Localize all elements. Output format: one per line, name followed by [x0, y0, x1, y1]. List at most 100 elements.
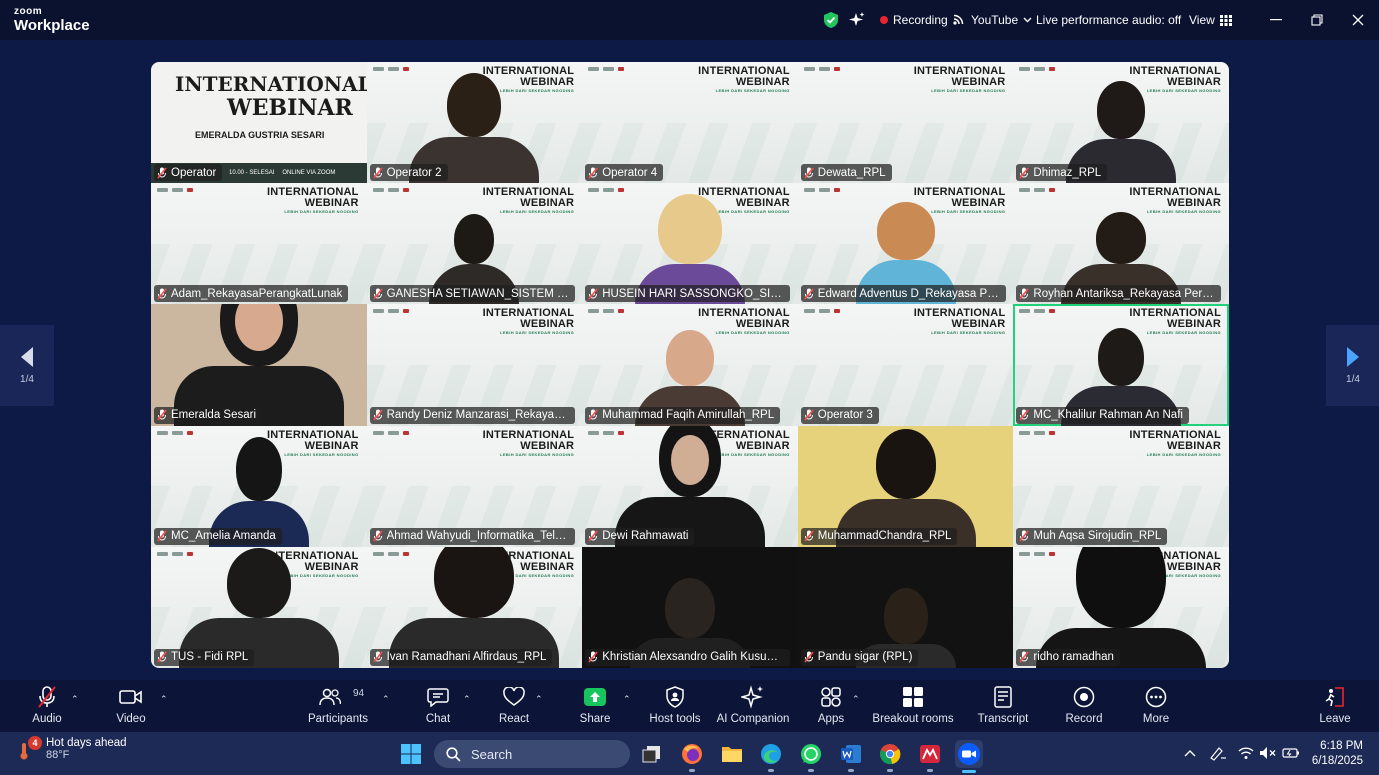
- leave-button[interactable]: Leave: [1318, 684, 1352, 730]
- participant-name-label: Adam_RekayasaPerangkatLunak: [154, 285, 349, 303]
- participant-tile[interactable]: INTERNATIONAL WEBINAR LEBIH DARI SEKEDAR N…: [366, 62, 583, 184]
- show-hidden-icons-chevron-up-icon[interactable]: [1181, 744, 1199, 762]
- zoom-workplace-logo: zoom Workplace: [14, 7, 90, 34]
- participant-name: MC_Khalilur Rahman An Nafi: [1033, 409, 1183, 422]
- view-menu[interactable]: View: [1189, 0, 1232, 40]
- participant-name: Royhan Antariksa_Rekayasa Perangk...: [1033, 287, 1215, 300]
- ai-sparkle-icon[interactable]: [848, 0, 866, 40]
- chrome-icon[interactable]: [877, 741, 903, 772]
- participant-tile[interactable]: INTERNATIONAL WEBINAR LEBIH DARI SEKEDAR N…: [366, 183, 583, 305]
- recording-indicator[interactable]: Recording: [880, 0, 948, 40]
- participant-name-label: Muhammad Faqih Amirullah_RPL: [585, 406, 781, 424]
- participant-tile[interactable]: INTERNATIONAL WEBINAR EMERALDA GUSTRIA SES…: [151, 62, 367, 184]
- record-button[interactable]: Record: [1062, 684, 1106, 730]
- participant-tile[interactable]: INTERNATIONAL WEBINAR LEBIH DARI SEKEDAR N…: [151, 546, 367, 668]
- participant-tile[interactable]: Emeralda Sesari: [151, 304, 367, 426]
- participant-tile[interactable]: INTERNATIONAL WEBINAR LEBIH DARI SEKEDAR N…: [797, 183, 1014, 305]
- share-label: Share: [579, 713, 611, 725]
- participant-tile[interactable]: INTERNATIONAL WEBINAR LEBIH DARI SEKEDAR N…: [366, 425, 583, 547]
- tile-app-icon[interactable]: [917, 741, 943, 772]
- weather-badge: 4: [28, 736, 42, 750]
- participant-tile[interactable]: INTERNATIONAL WEBINAR LEBIH DARI SEKEDAR N…: [1013, 546, 1229, 668]
- zoom-app-icon[interactable]: [955, 740, 983, 773]
- slide-headline: INTERNATIONAL WEBINAR LEBIH DARI SEKEDAR N…: [914, 308, 1006, 336]
- weather-widget[interactable]: 4 Hot days ahead 88°F: [18, 736, 127, 761]
- more-button[interactable]: More: [1138, 684, 1174, 730]
- close-window-icon[interactable]: [1348, 10, 1368, 30]
- breakout-rooms-icon: [903, 687, 923, 707]
- file-explorer-icon[interactable]: [719, 741, 745, 767]
- transcript-button[interactable]: Transcript: [976, 684, 1030, 730]
- participant-tile[interactable]: MuhammadChandra_RPL: [797, 425, 1014, 547]
- participant-tile[interactable]: INTERNATIONAL WEBINAR LEBIH DARI SEKEDAR N…: [151, 425, 367, 547]
- partner-logos: [803, 188, 840, 193]
- participant-tile[interactable]: INTERNATIONAL WEBINAR LEBIH DARI SEKEDAR N…: [1013, 425, 1229, 547]
- slide-headline: INTERNATIONAL WEBINAR LEBIH DARI SEKEDAR N…: [698, 66, 790, 94]
- chat-button[interactable]: Chat: [422, 684, 454, 730]
- participants-options-caret-icon[interactable]: ⌃: [382, 694, 390, 705]
- participant-tile[interactable]: INTERNATIONAL WEBINAR LEBIH DARI SEKEDAR N…: [582, 62, 798, 184]
- participant-tile[interactable]: INTERNATIONAL WEBINAR LEBIH DARI SEKEDAR N…: [582, 425, 798, 547]
- participant-name-label: Operator 3: [800, 406, 879, 424]
- share-options-caret-icon[interactable]: ⌃: [623, 694, 631, 705]
- slide-headline-1: INTERNATIONAL: [1129, 428, 1221, 441]
- live-audio-status[interactable]: Live performance audio: off: [1036, 0, 1181, 40]
- youtube-stream-menu[interactable]: YouTube: [952, 0, 1032, 40]
- participant-tile[interactable]: INTERNATIONAL WEBINAR LEBIH DARI SEKEDAR N…: [366, 304, 583, 426]
- windows-start-icon[interactable]: [398, 741, 424, 767]
- system-clock[interactable]: 6:18 PM 6/18/2025: [1312, 739, 1363, 769]
- battery-icon[interactable]: [1282, 744, 1300, 762]
- participant-tile[interactable]: INTERNATIONAL WEBINAR LEBIH DARI SEKEDAR N…: [582, 304, 798, 426]
- firefox-icon[interactable]: [679, 741, 705, 772]
- microphone-muted-icon: [588, 167, 598, 179]
- encryption-shield-icon[interactable]: [822, 0, 840, 40]
- participant-tile[interactable]: INTERNATIONAL WEBINAR LEBIH DARI SEKEDAR N…: [1013, 183, 1229, 305]
- react-options-caret-icon[interactable]: ⌃: [535, 694, 543, 705]
- partner-logos: [588, 67, 625, 71]
- word-icon[interactable]: [838, 741, 864, 772]
- participant-tile[interactable]: Pandu sigar (RPL): [797, 546, 1014, 668]
- edge-browser-icon[interactable]: [758, 741, 784, 772]
- whatsapp-icon[interactable]: [798, 741, 824, 772]
- participant-tile[interactable]: INTERNATIONAL WEBINAR LEBIH DARI SEKEDAR N…: [797, 304, 1014, 426]
- participant-tile[interactable]: Khristian Alexsandro Galih Kusuma 1...: [582, 546, 798, 668]
- volume-muted-icon[interactable]: [1259, 744, 1277, 762]
- task-view-icon[interactable]: [639, 741, 665, 767]
- participant-tile[interactable]: INTERNATIONAL WEBINAR LEBIH DARI SEKEDAR N…: [582, 183, 798, 305]
- participant-tile[interactable]: INTERNATIONAL WEBINAR LEBIH DARI SEKEDAR N…: [797, 62, 1014, 184]
- audio-button[interactable]: Audio: [30, 684, 64, 730]
- apps-options-caret-icon[interactable]: ⌃: [852, 694, 860, 705]
- react-button[interactable]: React: [498, 684, 530, 730]
- microphone-muted-icon: [804, 288, 814, 300]
- video-gallery: INTERNATIONAL WEBINAR EMERALDA GUSTRIA SES…: [151, 62, 1229, 668]
- participant-tile[interactable]: INTERNATIONAL WEBINAR LEBIH DARI SEKEDAR N…: [151, 183, 367, 305]
- participant-name-label: Khristian Alexsandro Galih Kusuma 1...: [585, 648, 791, 666]
- wifi-icon[interactable]: [1237, 744, 1255, 762]
- audio-options-caret-icon[interactable]: ⌃: [71, 694, 79, 705]
- ai-companion-button[interactable]: AI Companion: [716, 684, 790, 730]
- chat-options-caret-icon[interactable]: ⌃: [463, 694, 471, 705]
- participants-button[interactable]: 94 Participants: [306, 684, 370, 730]
- participants-label: Participants: [307, 713, 369, 725]
- microphone-muted-icon: [1019, 651, 1030, 663]
- video-button[interactable]: Video: [114, 684, 148, 730]
- minimize-window-icon[interactable]: [1266, 10, 1286, 30]
- share-button[interactable]: Share: [578, 684, 612, 730]
- next-page-button[interactable]: 1/4: [1326, 325, 1379, 406]
- chat-bubble-icon: [427, 688, 449, 707]
- pen-input-icon[interactable]: [1209, 744, 1227, 762]
- taskbar-search-box[interactable]: Search: [434, 740, 630, 768]
- participant-name: Operator: [171, 166, 217, 179]
- previous-page-button[interactable]: 1/4: [0, 325, 54, 406]
- participant-tile[interactable]: INTERNATIONAL WEBINAR LEBIH DARI SEKEDAR N…: [1013, 62, 1229, 184]
- partner-logos: [1019, 67, 1056, 71]
- apps-button[interactable]: Apps: [816, 684, 846, 730]
- video-options-caret-icon[interactable]: ⌃: [160, 694, 168, 705]
- participant-tile[interactable]: INTERNATIONAL WEBINAR LEBIH DARI SEKEDAR N…: [1013, 304, 1229, 426]
- breakout-rooms-button[interactable]: Breakout rooms: [872, 684, 954, 730]
- participant-name: Operator 4: [602, 166, 658, 179]
- participant-name-label: Randy Deniz Manzarasi_Rekayasa Pe...: [369, 406, 575, 424]
- restore-window-icon[interactable]: [1307, 10, 1327, 30]
- host-tools-button[interactable]: Host tools: [648, 684, 702, 730]
- participant-tile[interactable]: INTERNATIONAL WEBINAR LEBIH DARI SEKEDAR N…: [366, 546, 583, 668]
